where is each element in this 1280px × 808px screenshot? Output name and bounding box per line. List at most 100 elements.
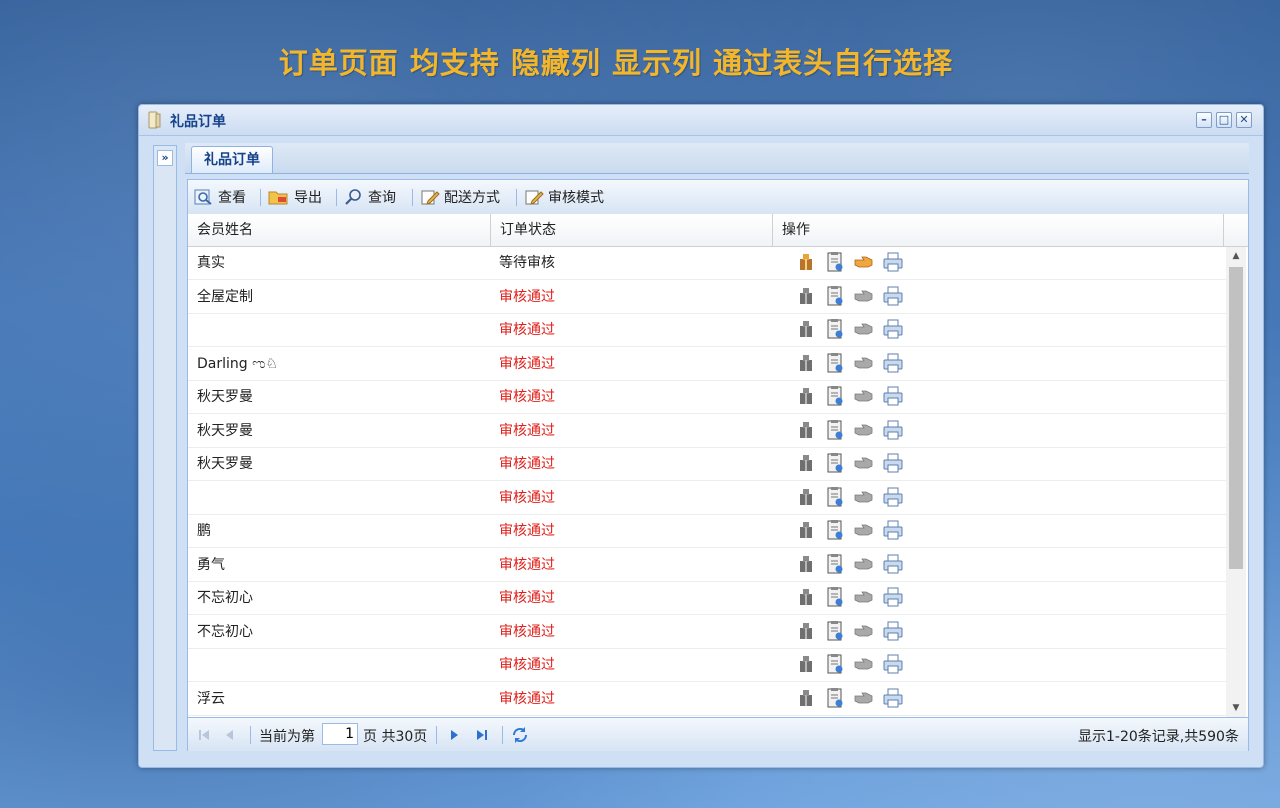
print-icon[interactable] xyxy=(882,519,904,541)
audit-hand-icon[interactable] xyxy=(853,519,875,541)
minimize-icon[interactable]: – xyxy=(1196,112,1212,128)
audit-hand-icon[interactable] xyxy=(853,653,875,675)
ship-icon[interactable] xyxy=(795,251,817,273)
ship-icon[interactable] xyxy=(795,419,817,441)
audit-hand-icon[interactable] xyxy=(853,318,875,340)
table-row[interactable]: 秋天罗曼 审核通过 xyxy=(188,415,1226,448)
member-name-cell: 勇气 xyxy=(197,556,225,573)
ship-icon[interactable] xyxy=(795,285,817,307)
order-detail-icon[interactable] xyxy=(824,251,846,273)
audit-hand-icon[interactable] xyxy=(853,419,875,441)
order-detail-icon[interactable] xyxy=(824,687,846,709)
print-icon[interactable] xyxy=(882,419,904,441)
order-detail-icon[interactable] xyxy=(824,285,846,307)
edit-icon xyxy=(421,190,440,205)
print-icon[interactable] xyxy=(882,452,904,474)
first-page-icon[interactable] xyxy=(196,727,212,743)
audit-hand-icon[interactable] xyxy=(853,620,875,642)
table-row[interactable]: 审核通过 xyxy=(188,482,1226,515)
print-icon[interactable] xyxy=(882,318,904,340)
order-status-cell: 审核通过 xyxy=(499,456,555,472)
print-icon[interactable] xyxy=(882,285,904,307)
order-detail-icon[interactable] xyxy=(824,653,846,675)
table-row[interactable]: Darling ಌ♘ 审核通过 xyxy=(188,348,1226,381)
ship-icon[interactable] xyxy=(795,620,817,642)
tab-gift-orders[interactable]: 礼品订单 xyxy=(191,146,273,173)
maximize-icon[interactable]: □ xyxy=(1216,112,1232,128)
next-page-icon[interactable] xyxy=(446,727,462,743)
print-icon[interactable] xyxy=(882,620,904,642)
view-button[interactable]: 查看 xyxy=(194,187,246,207)
order-detail-icon[interactable] xyxy=(824,553,846,575)
member-name-cell xyxy=(188,314,490,347)
order-detail-icon[interactable] xyxy=(824,486,846,508)
ship-icon[interactable] xyxy=(795,687,817,709)
ship-icon[interactable] xyxy=(795,553,817,575)
window-titlebar[interactable]: 礼品订单 – □ ✕ xyxy=(139,105,1263,136)
ship-icon[interactable] xyxy=(795,519,817,541)
print-icon[interactable] xyxy=(882,251,904,273)
table-row[interactable]: 秋天罗曼 审核通过 xyxy=(188,448,1226,481)
member-name-cell xyxy=(188,482,490,515)
delivery-method-button[interactable]: 配送方式 xyxy=(420,187,500,207)
print-icon[interactable] xyxy=(882,687,904,709)
order-detail-icon[interactable] xyxy=(824,352,846,374)
scroll-down-arrow-icon[interactable]: ▼ xyxy=(1226,699,1246,717)
refresh-icon[interactable] xyxy=(511,726,529,744)
audit-hand-icon[interactable] xyxy=(853,251,875,273)
table-row[interactable]: 审核通过 xyxy=(188,649,1226,682)
ship-icon[interactable] xyxy=(795,452,817,474)
table-row[interactable]: 不忘初心 审核通过 xyxy=(188,582,1226,615)
print-icon[interactable] xyxy=(882,352,904,374)
order-detail-icon[interactable] xyxy=(824,318,846,340)
export-button[interactable]: 导出 xyxy=(268,187,322,207)
member-name-cell: 秋天罗曼 xyxy=(197,422,253,439)
grid-scrollbar[interactable]: ▲ ▼ xyxy=(1226,247,1246,717)
audit-hand-icon[interactable] xyxy=(853,352,875,374)
table-row[interactable]: 审核通过 xyxy=(188,314,1226,347)
ship-icon[interactable] xyxy=(795,486,817,508)
table-row[interactable]: 勇气 审核通过 xyxy=(188,549,1226,582)
audit-hand-icon[interactable] xyxy=(853,385,875,407)
order-detail-icon[interactable] xyxy=(824,586,846,608)
scrollbar-thumb[interactable] xyxy=(1229,267,1243,569)
table-row[interactable]: 秋天罗曼 审核通过 xyxy=(188,381,1226,414)
order-detail-icon[interactable] xyxy=(824,620,846,642)
table-row[interactable]: 浮云 审核通过 xyxy=(188,683,1226,716)
close-icon[interactable]: ✕ xyxy=(1236,112,1252,128)
ship-icon[interactable] xyxy=(795,318,817,340)
order-detail-icon[interactable] xyxy=(824,385,846,407)
audit-hand-icon[interactable] xyxy=(853,553,875,575)
audit-hand-icon[interactable] xyxy=(853,285,875,307)
print-icon[interactable] xyxy=(882,553,904,575)
audit-hand-icon[interactable] xyxy=(853,586,875,608)
column-header-member-name[interactable]: 会员姓名 xyxy=(188,214,491,246)
ship-icon[interactable] xyxy=(795,586,817,608)
order-detail-icon[interactable] xyxy=(824,419,846,441)
expand-panel-button[interactable]: » xyxy=(157,150,173,166)
audit-hand-icon[interactable] xyxy=(853,687,875,709)
scroll-up-arrow-icon[interactable]: ▲ xyxy=(1226,247,1246,265)
ship-icon[interactable] xyxy=(795,653,817,675)
query-button[interactable]: 查询 xyxy=(344,187,396,207)
print-icon[interactable] xyxy=(882,586,904,608)
ship-icon[interactable] xyxy=(795,385,817,407)
table-row[interactable]: 不忘初心 审核通过 xyxy=(188,616,1226,649)
print-icon[interactable] xyxy=(882,385,904,407)
order-detail-icon[interactable] xyxy=(824,519,846,541)
print-icon[interactable] xyxy=(882,653,904,675)
audit-hand-icon[interactable] xyxy=(853,486,875,508)
column-header-order-status[interactable]: 订单状态 xyxy=(491,214,773,246)
audit-mode-button[interactable]: 审核模式 xyxy=(524,187,604,207)
order-detail-icon[interactable] xyxy=(824,452,846,474)
page-number-input[interactable] xyxy=(322,723,358,745)
table-row[interactable]: 真实 等待审核 xyxy=(188,247,1226,280)
ship-icon[interactable] xyxy=(795,352,817,374)
print-icon[interactable] xyxy=(882,486,904,508)
table-row[interactable]: 鹏 审核通过 xyxy=(188,515,1226,548)
previous-page-icon[interactable] xyxy=(222,727,238,743)
column-header-actions[interactable]: 操作 xyxy=(773,214,1224,246)
table-row[interactable]: 全屋定制 审核通过 xyxy=(188,281,1226,314)
audit-hand-icon[interactable] xyxy=(853,452,875,474)
last-page-icon[interactable] xyxy=(474,727,490,743)
